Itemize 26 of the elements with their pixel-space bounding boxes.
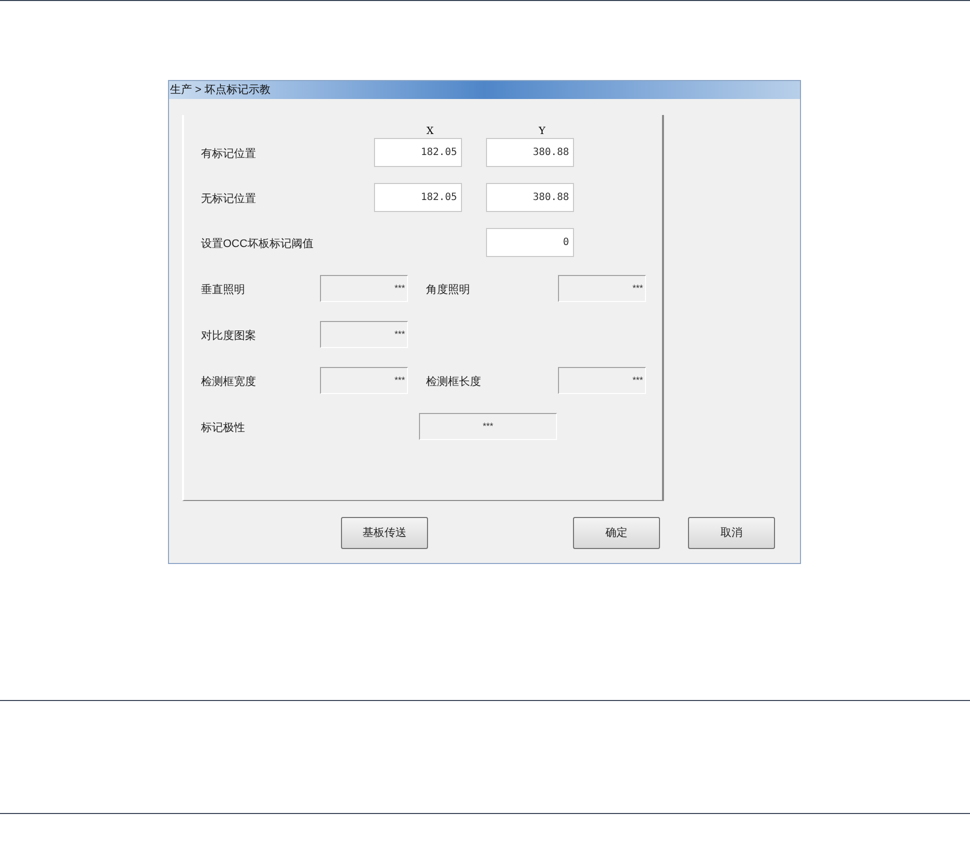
readout-field: ***	[320, 275, 408, 302]
field-label: 无标记位置	[201, 192, 256, 204]
readout-field: ***	[320, 367, 408, 394]
field-label: 检测框宽度	[201, 376, 256, 388]
column-header: X	[426, 125, 434, 138]
readout-field: ***	[558, 367, 646, 394]
field-label: 标记极性	[201, 422, 245, 434]
readout-field: ***	[558, 275, 646, 302]
dialog-button[interactable]: 取消	[688, 517, 775, 549]
dialog-button[interactable]: 确定	[573, 517, 660, 549]
field-label: 设置OCC坏板标记阈值	[201, 238, 314, 250]
dialog-button[interactable]: 基板传送	[341, 517, 428, 549]
input-field[interactable]: 0	[486, 228, 574, 257]
window-title: 生产 > 坏点标记示教	[170, 84, 271, 96]
field-label: 角度照明	[426, 284, 470, 296]
input-field[interactable]: 182.05	[374, 138, 462, 167]
field-label: 垂直照明	[201, 284, 245, 296]
readout-field: ***	[419, 413, 557, 440]
input-field[interactable]: 182.05	[374, 183, 462, 212]
field-label: 检测框长度	[426, 376, 481, 388]
field-label: 对比度图案	[201, 330, 256, 342]
readout-field: ***	[320, 321, 408, 348]
input-field[interactable]: 380.88	[486, 138, 574, 167]
field-label: 有标记位置	[201, 148, 256, 160]
column-header: Y	[538, 125, 546, 138]
input-field[interactable]: 380.88	[486, 183, 574, 212]
